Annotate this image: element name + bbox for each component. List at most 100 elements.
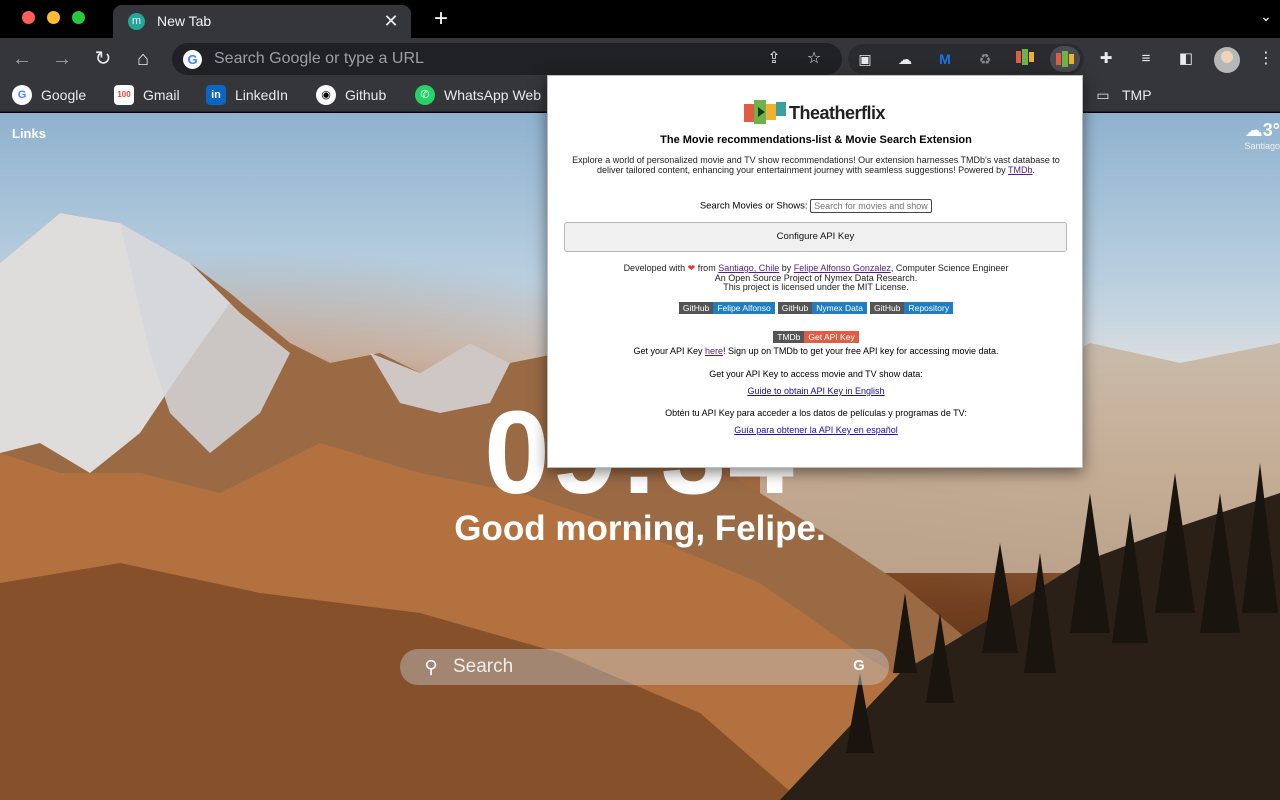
- github-badges: GitHub Felipe Alfonso GitHub Nymex Data Gi…: [548, 302, 1084, 314]
- puzzle-extensions-icon[interactable]: ✚: [1094, 47, 1118, 71]
- bookmark-extension-icon[interactable]: ▣: [854, 49, 876, 69]
- search-icon: ⚲: [424, 657, 438, 677]
- api-key-instructions: Get your API Key here! Sign up on TMDb t…: [548, 346, 1084, 356]
- github-icon: ◉: [316, 85, 336, 105]
- api-text: ! Sign up on TMDb to get your free API k…: [723, 346, 999, 356]
- back-arrow-icon[interactable]: ←: [9, 46, 35, 72]
- cloud-extension-icon[interactable]: ☁: [894, 49, 916, 69]
- close-window-button[interactable]: [22, 11, 35, 24]
- badge-left: GitHub: [870, 302, 905, 314]
- badge-right: Get API Key: [804, 331, 859, 343]
- chevron-down-icon[interactable]: ⌄: [1256, 8, 1276, 30]
- ntp-search-input[interactable]: Search: [453, 656, 513, 678]
- share-icon[interactable]: ⇪: [764, 49, 784, 69]
- google-icon[interactable]: G: [850, 657, 868, 677]
- popup-description: Explore a world of personalized movie an…: [572, 155, 1060, 175]
- bookmark-label: Gmail: [143, 87, 180, 103]
- guide-english: Guide to obtain API Key in English: [548, 386, 1084, 396]
- santiago-link[interactable]: Santiago, Chile: [718, 263, 779, 273]
- whatsapp-icon: ✆: [415, 85, 435, 105]
- bookmark-folder-tmp[interactable]: ▭ TMP: [1093, 84, 1152, 106]
- bookmark-label: TMP: [1122, 87, 1152, 103]
- search-label: Search Movies or Shows:: [699, 200, 808, 212]
- bookmark-label: WhatsApp Web: [444, 87, 542, 103]
- credits-text: Developed with: [623, 263, 686, 273]
- bookmark-gmail[interactable]: 100 Gmail: [114, 84, 180, 106]
- tmdb-badge-row: TMDb Get API Key: [548, 331, 1084, 343]
- badge-left: GitHub: [777, 302, 813, 314]
- weather-temp-value: 3°: [1262, 120, 1280, 140]
- weather-widget[interactable]: ☁3° Santiago: [1220, 120, 1280, 151]
- tab-strip: m New Tab ✕ + ⌄: [0, 0, 1280, 38]
- theatherflix-logo-icon: [744, 100, 786, 124]
- movie-search-input[interactable]: [810, 199, 933, 213]
- omnibox[interactable]: G Search Google or type a URL ⇪ ☆: [172, 43, 842, 75]
- m-extension-icon[interactable]: M: [934, 49, 956, 69]
- weather-temperature: ☁3°: [1220, 120, 1280, 141]
- github-badge-nymex[interactable]: GitHub Nymex Data: [777, 302, 867, 314]
- new-tab-button[interactable]: +: [428, 5, 454, 33]
- minimize-window-button[interactable]: [47, 11, 60, 24]
- media-queue-icon[interactable]: ≡: [1134, 47, 1158, 71]
- credits: Developed with ❤ from Santiago, Chile by…: [548, 263, 1084, 293]
- tab-new-tab[interactable]: m New Tab ✕: [113, 5, 411, 38]
- bookmark-label: LinkedIn: [235, 87, 288, 103]
- popup-title: The Movie recommendations-list & Movie S…: [660, 134, 972, 146]
- configure-api-key-button[interactable]: Configure API Key: [564, 222, 1067, 252]
- bookmark-whatsapp[interactable]: ✆ WhatsApp Web: [415, 84, 541, 106]
- author-link[interactable]: Felipe Alfonso Gonzalez: [794, 263, 891, 273]
- omnibox-placeholder[interactable]: Search Google or type a URL: [214, 50, 424, 68]
- links-label[interactable]: Links: [12, 126, 46, 141]
- logo-text: Theatherflix: [789, 103, 886, 123]
- theatherflix-popup: Theatherflix The Movie recommendations-l…: [547, 75, 1083, 468]
- ntp-search-bar[interactable]: ⚲ Search G: [400, 649, 889, 685]
- badge-right: Felipe Alfonso: [713, 302, 775, 314]
- badge-right: Nymex Data: [812, 302, 867, 314]
- github-badge-felipe[interactable]: GitHub Felipe Alfonso: [678, 302, 775, 314]
- credits-text: by: [781, 263, 792, 273]
- google-icon: G: [183, 50, 202, 69]
- description-text: Explore a world of personalized movie an…: [572, 155, 1060, 175]
- tmdb-get-api-key-badge[interactable]: TMDb Get API Key: [773, 331, 859, 343]
- bookmark-github[interactable]: ◉ Github: [316, 84, 386, 106]
- bookmark-label: Google: [41, 87, 87, 103]
- credits-text: , Computer Science Engineer: [890, 263, 1009, 273]
- heart-icon: ❤: [687, 263, 696, 273]
- home-icon[interactable]: ⌂: [130, 46, 156, 72]
- bookmark-linkedin[interactable]: in LinkedIn: [206, 84, 288, 106]
- bookmark-google[interactable]: G Google: [12, 84, 86, 106]
- tab-favicon-icon: m: [128, 13, 145, 30]
- access-text-english: Get your API Key to access movie and TV …: [709, 369, 923, 379]
- guide-spanish: Guía para obtener la API Key en español: [548, 425, 1084, 435]
- toolbar: ← → ↻ ⌂ G Search Google or type a URL ⇪ …: [0, 38, 1280, 80]
- github-badge-repository[interactable]: GitHub Repository: [870, 302, 954, 314]
- badge-left: GitHub: [678, 302, 714, 314]
- recycle-extension-icon[interactable]: ♻: [974, 49, 996, 69]
- bookmark-label: Github: [345, 87, 387, 103]
- star-icon[interactable]: ☆: [804, 49, 824, 69]
- guide-english-link[interactable]: Guide to obtain API Key in English: [747, 386, 884, 396]
- cloud-icon: ☁: [1244, 120, 1263, 140]
- tmdb-link[interactable]: TMDb: [1008, 165, 1033, 175]
- fullscreen-window-button[interactable]: [72, 11, 85, 24]
- profile-avatar[interactable]: [1214, 47, 1240, 73]
- close-icon[interactable]: ✕: [381, 11, 401, 31]
- greeting: Good morning, Felipe.: [454, 509, 826, 548]
- side-panel-icon[interactable]: ◧: [1174, 47, 1198, 71]
- guide-spanish-link[interactable]: Guía para obtener la API Key en español: [734, 425, 898, 435]
- api-here-link[interactable]: here: [705, 346, 723, 356]
- access-text-spanish: Obtén tu API Key para acceder a los dato…: [665, 408, 967, 418]
- theatherflix-extension-icon[interactable]: [1014, 49, 1036, 69]
- extensions-area: ▣ ☁ M ♻: [848, 44, 1084, 74]
- forward-arrow-icon[interactable]: →: [49, 46, 75, 72]
- reload-icon[interactable]: ↻: [90, 46, 116, 72]
- credits-line-3: This project is licensed under the MIT L…: [723, 282, 909, 293]
- gmail-icon: 100: [114, 85, 134, 105]
- credits-text: from: [697, 263, 716, 273]
- theatherflix-active-extension-icon[interactable]: [1050, 46, 1080, 72]
- tab-title: New Tab: [157, 13, 212, 29]
- folder-icon: ▭: [1096, 87, 1110, 103]
- linkedin-icon: in: [206, 85, 226, 105]
- more-menu-icon[interactable]: ⋮: [1256, 47, 1276, 71]
- badge-right: Repository: [904, 302, 954, 314]
